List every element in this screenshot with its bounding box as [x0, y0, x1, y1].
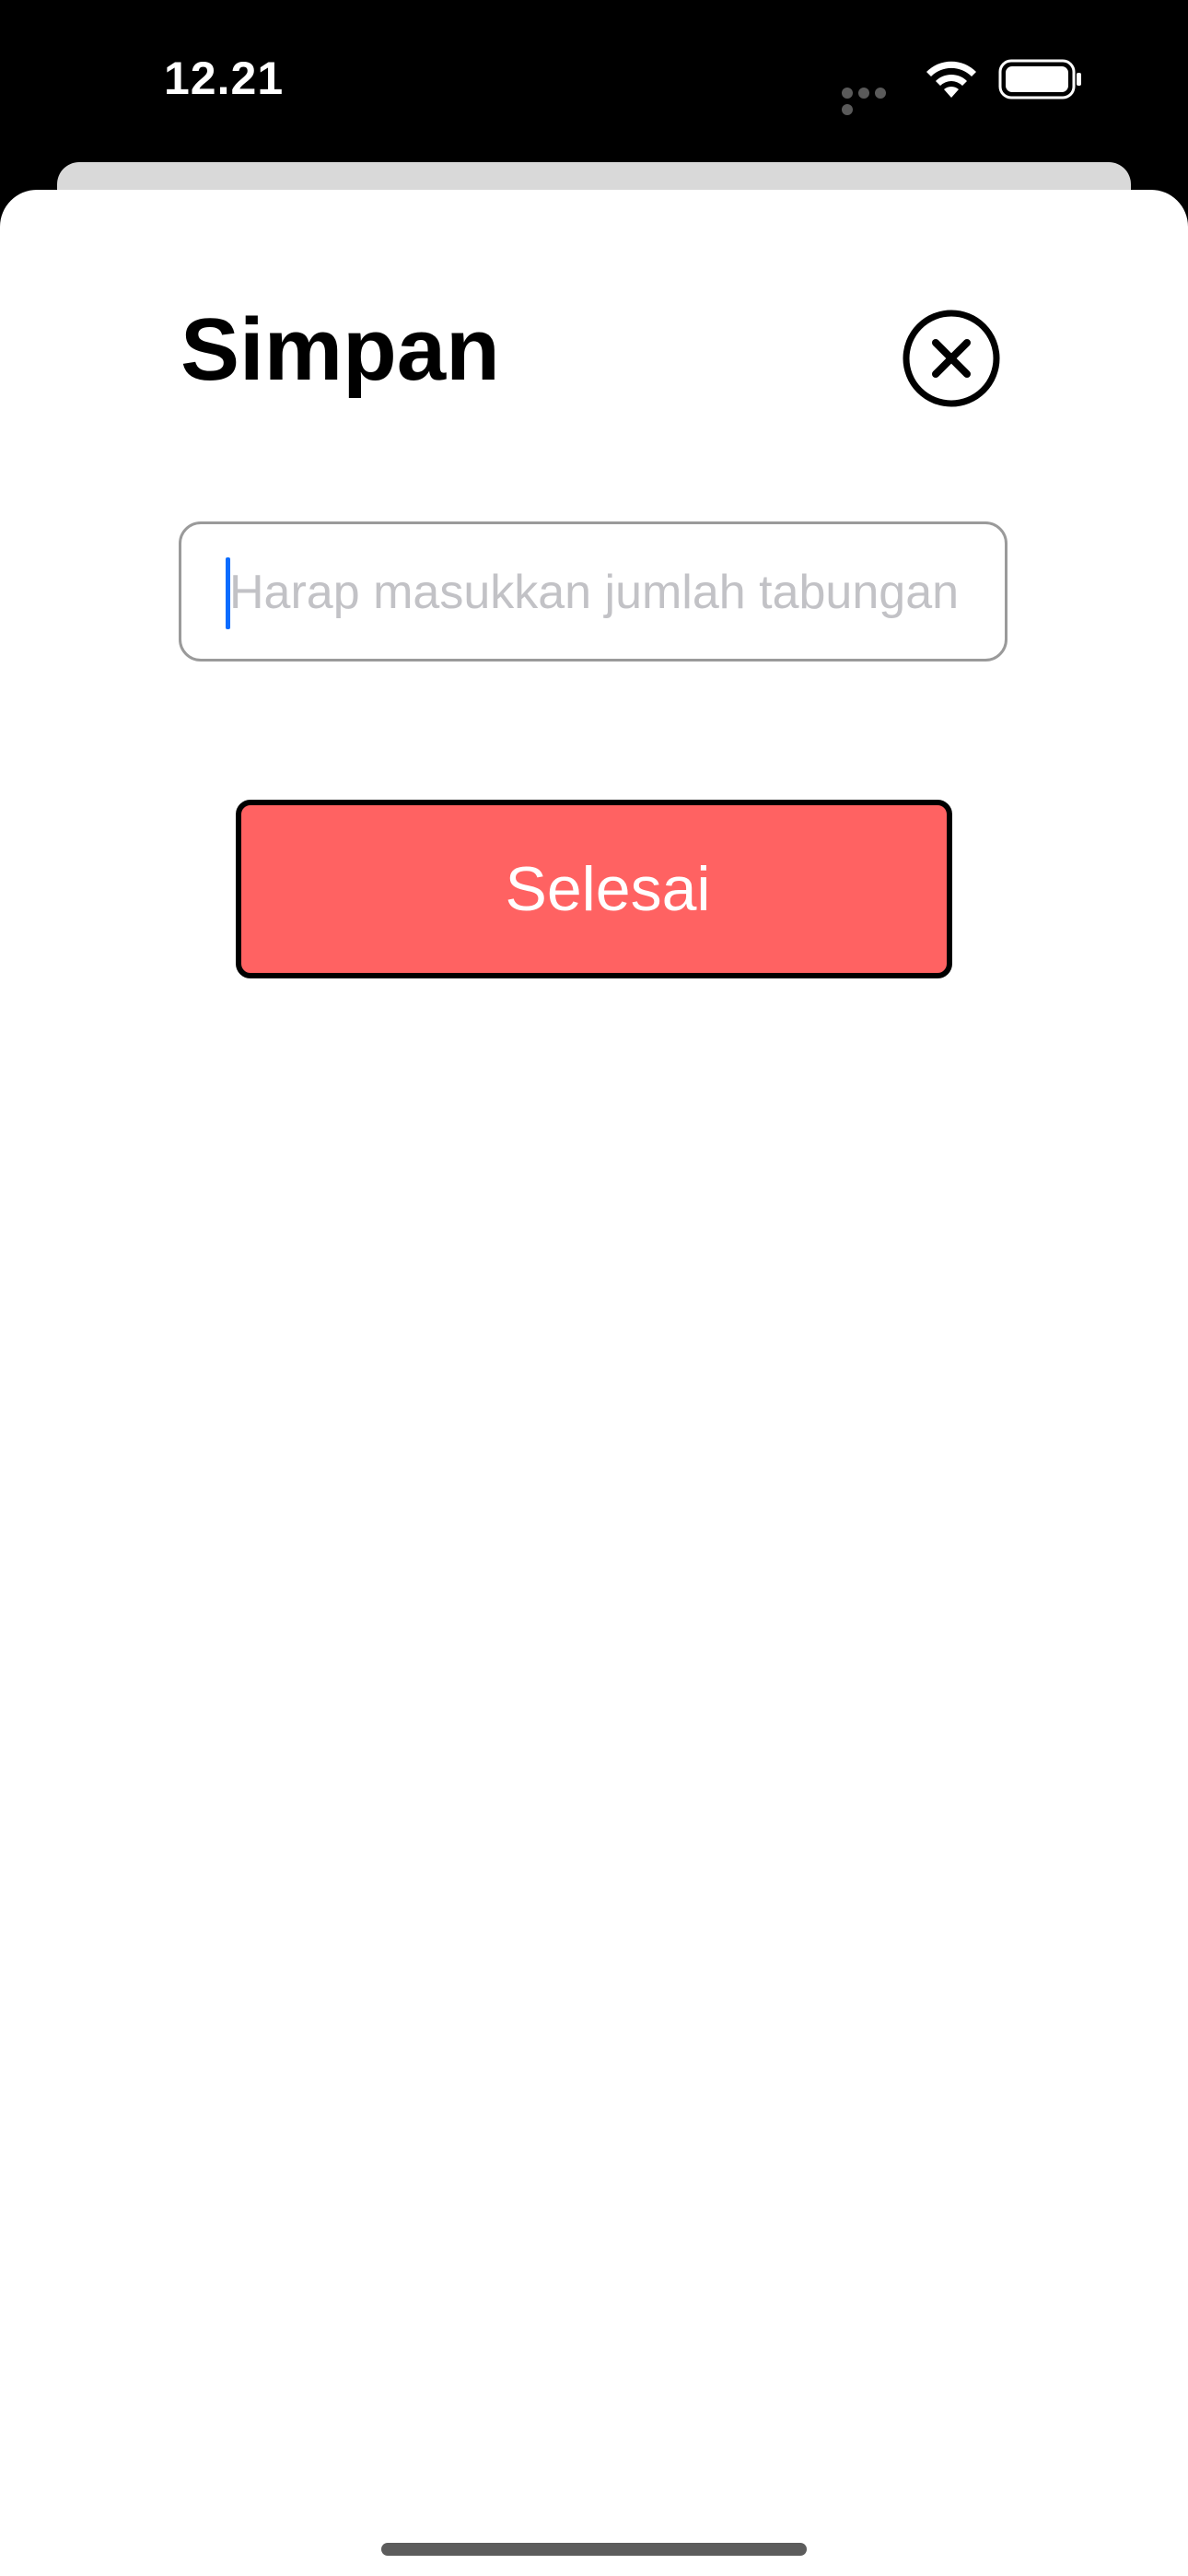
- savings-amount-placeholder: Harap masukkan jumlah tabungan: [229, 566, 960, 619]
- battery-icon: [998, 59, 1081, 100]
- page-title: Simpan: [181, 300, 500, 399]
- done-button-label: Selesai: [505, 854, 711, 924]
- close-circle-icon: [903, 310, 1000, 407]
- home-indicator[interactable]: [381, 2543, 807, 2556]
- status-time: 12.21: [164, 53, 285, 104]
- close-button[interactable]: [901, 308, 1002, 409]
- wifi-icon: [926, 61, 976, 98]
- done-button[interactable]: Selesai: [236, 800, 952, 978]
- signal-dots-icon: [842, 87, 906, 115]
- status-bar: 12.21: [0, 0, 1188, 166]
- savings-amount-input[interactable]: Harap masukkan jumlah tabungan: [179, 521, 1007, 662]
